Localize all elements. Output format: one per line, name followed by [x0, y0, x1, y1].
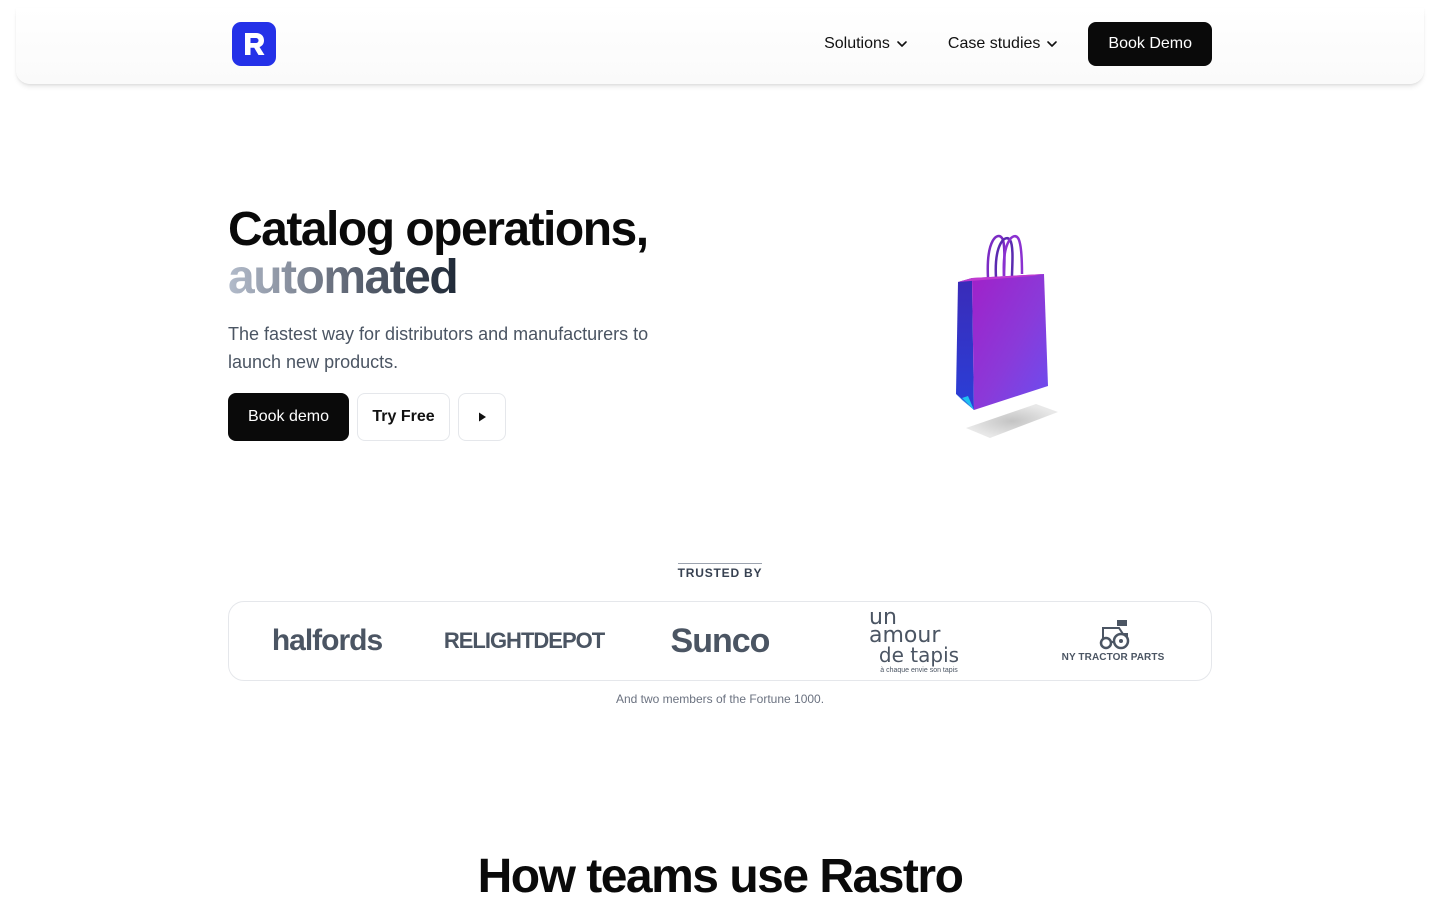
- rastro-logo-icon: [245, 33, 265, 55]
- trusted-by-text: TRUSTED BY: [677, 563, 763, 580]
- hero-title-line1: Catalog operations,: [228, 203, 649, 256]
- ny-tractor-text: NY TRACTOR PARTS: [1061, 651, 1165, 663]
- halfords-logo: halfords: [271, 624, 383, 657]
- nav-case-studies-label: Case studies: [947, 35, 1041, 52]
- fortune-note: And two members of the Fortune 1000.: [615, 692, 825, 706]
- hero-visual: [940, 228, 1070, 448]
- nav-solutions-label: Solutions: [824, 35, 890, 52]
- play-video-button[interactable]: [458, 393, 506, 441]
- amour-logo-line2: de tapis: [878, 642, 960, 667]
- main-nav: Solutions Case studies Book Demo: [824, 22, 1212, 66]
- rastro-logo[interactable]: [232, 22, 276, 66]
- tractor-icon: [1099, 619, 1130, 649]
- chevron-down-icon: [1047, 41, 1058, 47]
- customer-logos: halfords RELIGHTDEPOT Sunco un amour de …: [228, 601, 1212, 681]
- amour-de-tapis-logo: un amour de tapis à chaque envie son tap…: [869, 602, 969, 680]
- nav-solutions[interactable]: Solutions: [824, 35, 908, 53]
- play-icon: [479, 412, 486, 422]
- sunco-logo: Sunco: [670, 621, 771, 660]
- trusted-by-label: TRUSTED BY: [0, 563, 1440, 582]
- nav-case-studies[interactable]: Case studies: [948, 35, 1059, 53]
- hero-title: Catalog operations, automated: [228, 203, 649, 304]
- chevron-down-icon: [897, 41, 907, 47]
- navbar: Solutions Case studies Book Demo: [16, 8, 1424, 84]
- amour-logo-line1: un amour: [869, 604, 941, 648]
- section-title: How teams use Rastro: [477, 850, 964, 900]
- hero-actions: Book demo Try Free: [228, 393, 506, 441]
- shopping-bag-icon: [956, 234, 1058, 438]
- try-free-button[interactable]: Try Free: [357, 393, 450, 441]
- book-demo-nav-button[interactable]: Book Demo: [1088, 22, 1212, 66]
- relight-depot-logo: RELIGHTDEPOT: [443, 628, 605, 653]
- hero-subtitle: The fastest way for distributors and man…: [228, 324, 649, 372]
- amour-logo-tagline: à chaque envie son tapis: [880, 666, 958, 674]
- hero-title-accent: automated: [228, 251, 459, 304]
- ny-tractor-parts-logo: NY TRACTOR PARTS: [1061, 602, 1165, 680]
- book-demo-button[interactable]: Book demo: [228, 393, 349, 441]
